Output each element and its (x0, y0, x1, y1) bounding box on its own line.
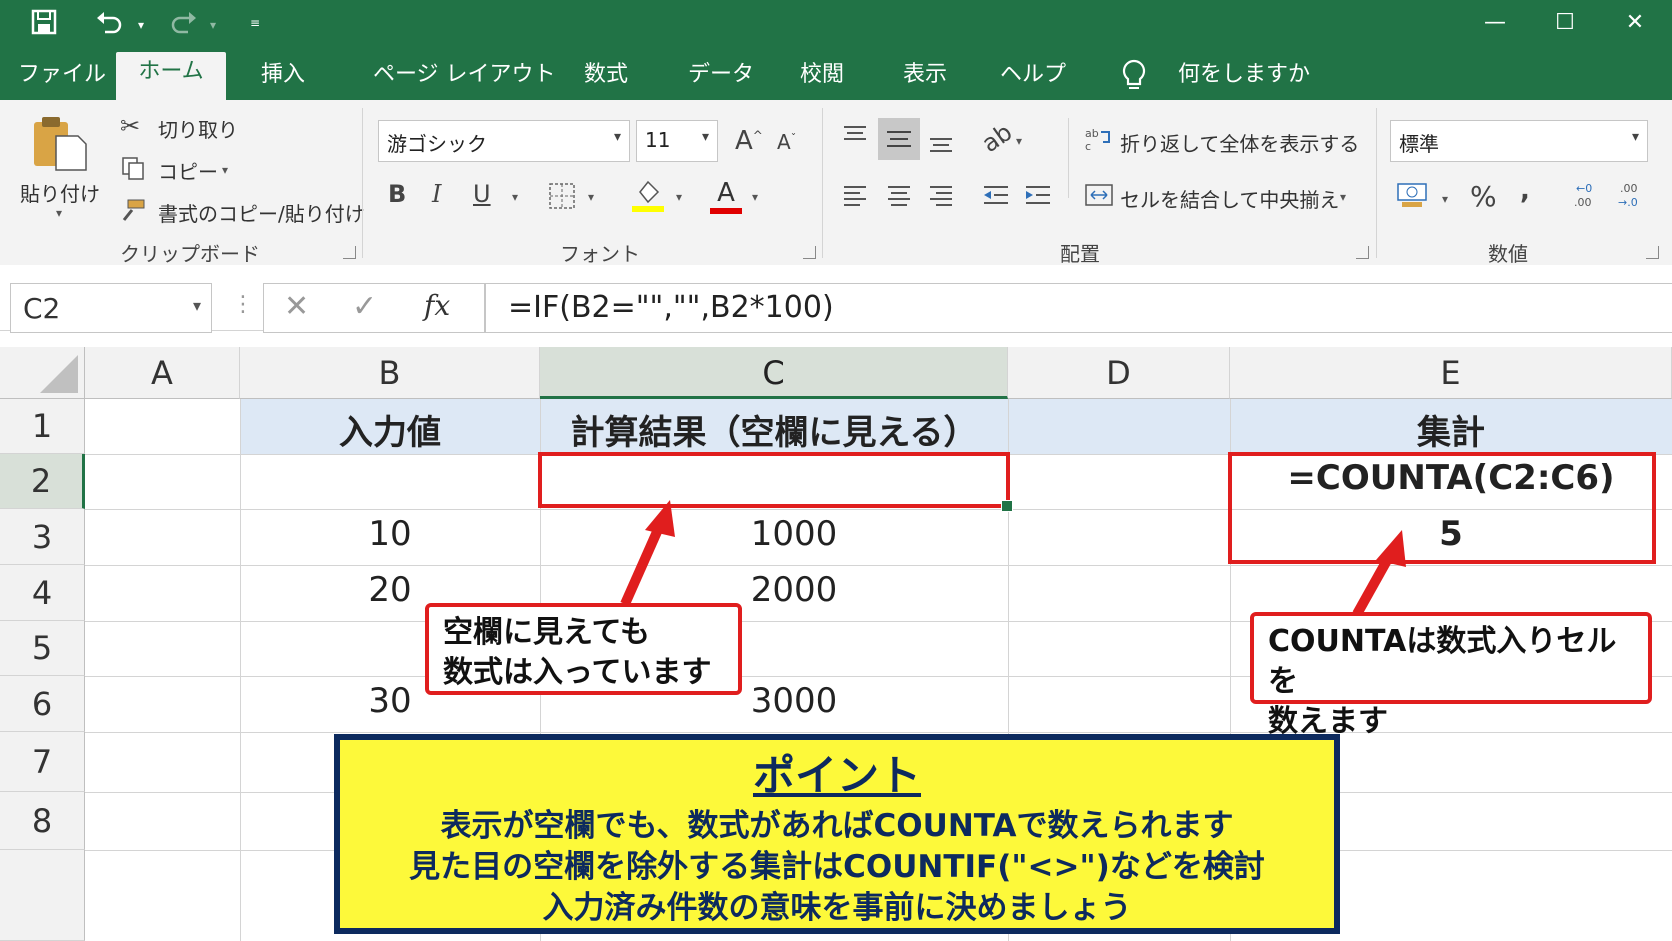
point-line-1: 表示が空欄でも、数式があればCOUNTAで数えられます (440, 808, 1234, 844)
left-callout-line-2: 数式は入っています (443, 655, 712, 690)
point-box: ポイント 表示が空欄でも、数式があればCOUNTAで数えられます 見た目の空欄を… (334, 734, 1340, 934)
right-callout-line-1: COUNTAは数式入りセルを (1268, 624, 1617, 699)
left-arrow-shaft (620, 522, 665, 607)
right-callout: COUNTAは数式入りセルを 数えます (1250, 612, 1652, 739)
point-line-3: 入力済み件数の意味を事前に決めましょう (542, 890, 1132, 926)
left-arrow-head (645, 500, 675, 537)
right-arrow-shaft (1352, 552, 1395, 617)
left-callout-line-1: 空欄に見えても (443, 615, 650, 650)
right-arrow-head (1376, 530, 1406, 567)
left-callout: 空欄に見えても 数式は入っています (425, 603, 742, 695)
point-line-2: 見た目の空欄を除外する集計はCOUNTIF("<>")などを検討 (409, 849, 1265, 885)
point-title: ポイント (752, 751, 921, 800)
